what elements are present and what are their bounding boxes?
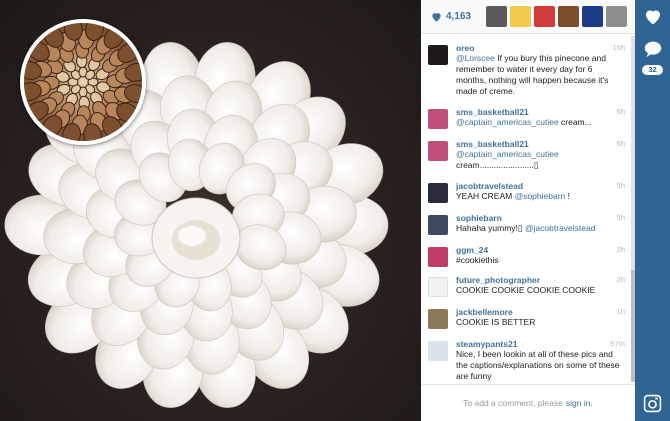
likes-count: 4,163 — [446, 11, 472, 22]
add-comment-prompt: To add a comment, please sign in. — [421, 384, 635, 421]
comments-panel: 4,163 oreo 10h @Lorscee If you bury this p… — [421, 0, 635, 421]
comment-time: 6h — [616, 139, 625, 148]
likes-button[interactable]: 4,163 — [431, 11, 486, 22]
comment-text: Hahaha yummy!▯ @jacobtravelstead — [456, 223, 596, 233]
liker-avatar[interactable] — [606, 6, 627, 27]
user-avatar[interactable] — [428, 309, 448, 329]
camera-icon — [643, 394, 662, 413]
comments-list: oreo 10h @Lorscee If you bury this pinecon… — [421, 38, 635, 384]
like-action-button[interactable] — [643, 8, 663, 31]
comment-time: 57m — [610, 339, 625, 348]
comment-username[interactable]: sophiebarn — [456, 213, 502, 223]
comment-text: COOKIE IS BETTER — [456, 317, 536, 327]
liker-avatar[interactable] — [510, 6, 531, 27]
comment-time: 5h — [616, 181, 625, 190]
action-sidebar: 32 — [635, 0, 670, 421]
comment-time: 5h — [616, 213, 625, 222]
comment-item: sophiebarn 5h Hahaha yummy!▯ @jacobtravels… — [421, 213, 635, 245]
liker-avatar[interactable] — [558, 6, 579, 27]
user-avatar[interactable] — [428, 45, 448, 65]
comment-username[interactable]: jacobtravelstead — [456, 181, 523, 191]
heart-outline-icon — [646, 10, 660, 25]
comment-item: jacobtravelstead 5h YEAH CREAM @sophiebarn… — [421, 181, 635, 213]
comment-time: 2h — [616, 275, 625, 284]
comment-text: Nice, I been lookin at all of these pics… — [456, 349, 620, 381]
comment-time: 6h — [616, 107, 625, 116]
liker-avatar[interactable] — [486, 6, 507, 27]
comment-username[interactable]: future_photographer — [456, 275, 540, 285]
comment-username[interactable]: ggm_24 — [456, 245, 488, 255]
user-avatar[interactable] — [428, 277, 448, 297]
comment-item: sms_basketball21 6h @captain_americas_cuti… — [421, 139, 635, 171]
comment-item: jackbellemore 1h COOKIE IS BETTER — [421, 307, 635, 339]
comment-time: 2h — [616, 245, 625, 254]
add-comment-text: To add a comment, please — [463, 398, 563, 408]
pinecone-inset-image — [20, 19, 146, 145]
comment-time: 10h — [612, 43, 625, 52]
liker-avatar[interactable] — [534, 6, 555, 27]
mention-link[interactable]: @captain_americas_cutiee — [456, 117, 559, 127]
user-avatar[interactable] — [428, 183, 448, 203]
comment-text: #cookiethis — [456, 255, 499, 265]
comment-item: steamypants21 57m Nice, I been lookin at a… — [421, 339, 635, 381]
liker-avatar[interactable] — [582, 6, 603, 27]
comment-item: oreo 10h @Lorscee If you bury this pinecon… — [421, 43, 635, 96]
comment-text: @captain_americas_cutiee cream... — [456, 117, 592, 127]
user-avatar[interactable] — [428, 109, 448, 129]
comment-text: YEAH CREAM @sophiebarn ! — [456, 191, 571, 201]
comment-username[interactable]: sms_basketball21 — [456, 107, 529, 117]
instagram-camera-button[interactable] — [643, 394, 662, 418]
heart-icon — [432, 12, 441, 22]
speech-bubble-icon — [644, 41, 662, 58]
mention-link[interactable]: @Lorscee — [456, 53, 495, 63]
comment-username[interactable]: sms_basketball21 — [456, 139, 529, 149]
likers-list — [486, 6, 627, 27]
comment-username[interactable]: steamypants21 — [456, 339, 517, 349]
comment-username[interactable]: oreo — [456, 43, 474, 53]
likes-bar: 4,163 — [421, 0, 635, 34]
user-avatar[interactable] — [428, 247, 448, 267]
comment-text: @captain_americas_cutiee cream..........… — [456, 149, 559, 170]
comment-item: future_photographer 2h COOKIE COOKIE COOKI… — [421, 275, 635, 307]
comment-action-button[interactable] — [643, 40, 663, 63]
mention-link[interactable]: @captain_americas_cutiee — [456, 149, 559, 159]
comment-item: ggm_24 2h #cookiethis — [421, 245, 635, 277]
user-avatar[interactable] — [428, 341, 448, 361]
user-avatar[interactable] — [428, 141, 448, 161]
user-avatar[interactable] — [428, 215, 448, 235]
sign-in-link[interactable]: sign in. — [566, 398, 593, 408]
comment-text: @Lorscee If you bury this pinecone and r… — [456, 53, 609, 96]
comment-count-badge: 32 — [642, 65, 663, 75]
comment-item: sms_basketball21 6h @captain_americas_cuti… — [421, 107, 635, 139]
comment-username[interactable]: jackbellemore — [456, 307, 513, 317]
comment-text: COOKIE COOKIE COOKIE COOKIE — [456, 285, 596, 295]
mention-link[interactable]: @jacobtravelstead — [525, 223, 596, 233]
mention-link[interactable]: @sophiebarn — [515, 191, 566, 201]
post-photo[interactable] — [0, 0, 421, 421]
comment-time: 1h — [616, 307, 625, 316]
